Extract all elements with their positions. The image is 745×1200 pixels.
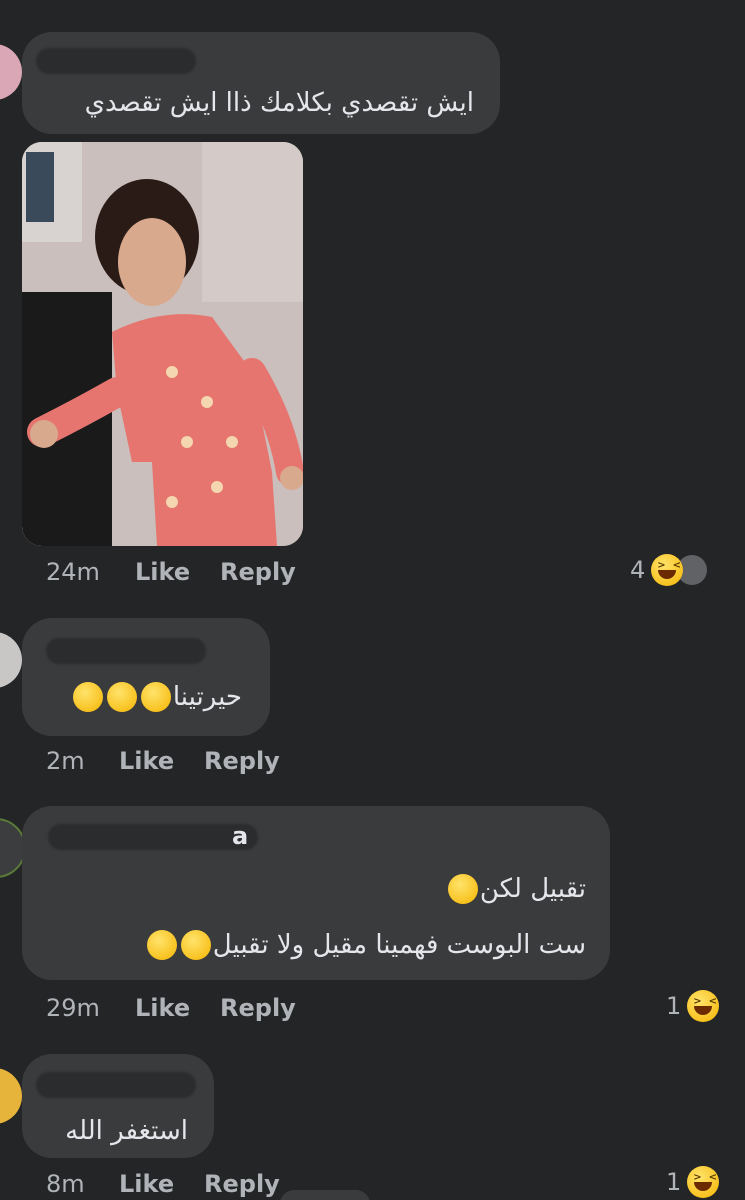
comments-feed: ايش تقصدي بكلامك ذاا ايش تقصدي 24m Like … bbox=[0, 0, 745, 1200]
like-button[interactable]: Like bbox=[119, 747, 174, 775]
next-comment-bubble bbox=[280, 1190, 370, 1200]
reaction-summary[interactable]: 1 > < bbox=[666, 990, 720, 1022]
comment-time: 2m bbox=[46, 747, 85, 775]
reaction-count: 4 bbox=[630, 556, 646, 584]
like-button[interactable]: Like bbox=[135, 558, 190, 586]
commenter-name-redacted[interactable] bbox=[36, 1072, 196, 1098]
laughing-emoji-icon: > < bbox=[687, 1166, 720, 1198]
comment-text: حيرتينا bbox=[71, 682, 242, 712]
thinking-face-icon bbox=[106, 682, 137, 712]
comment-bubble: ايش تقصدي بكلامك ذاا ايش تقصدي bbox=[22, 32, 500, 134]
like-button[interactable]: Like bbox=[119, 1170, 174, 1198]
commenter-name-fragment: a bbox=[232, 822, 249, 850]
comment-text-line-2: ست البوست فهمينا مقيل ولا تقبيل bbox=[145, 930, 586, 960]
joy-face-icon bbox=[180, 930, 211, 960]
comment-time: 8m bbox=[46, 1170, 85, 1198]
comment-text-line-2-text: ست البوست فهمينا مقيل ولا تقبيل bbox=[212, 930, 586, 960]
reaction-count: 1 bbox=[666, 1168, 682, 1196]
commenter-name-redacted[interactable] bbox=[46, 638, 206, 664]
reaction-summary[interactable]: 1 > < bbox=[666, 1166, 720, 1198]
reaction-summary[interactable]: 4 > < bbox=[630, 554, 708, 586]
comment-text-line-1: تقبيل لكن bbox=[446, 874, 586, 904]
comment-text-line-1-text: تقبيل لكن bbox=[479, 874, 586, 904]
thinking-face-icon bbox=[72, 682, 103, 712]
thinking-face-icon bbox=[140, 682, 171, 712]
comment-bubble: استغفر الله bbox=[22, 1054, 214, 1158]
reply-button[interactable]: Reply bbox=[220, 994, 296, 1022]
comment-bubble: a تقبيل لكن ست البوست فهمينا مقيل ولا تق… bbox=[22, 806, 610, 980]
rofl-face-icon bbox=[146, 930, 177, 960]
comment-text-word: حيرتينا bbox=[172, 682, 242, 712]
commenter-name-redacted[interactable] bbox=[36, 48, 196, 74]
like-button[interactable]: Like bbox=[135, 994, 190, 1022]
comment-time: 29m bbox=[46, 994, 100, 1022]
reaction-count: 1 bbox=[666, 992, 682, 1020]
commenter-avatar[interactable] bbox=[0, 632, 22, 688]
reply-button[interactable]: Reply bbox=[204, 1170, 280, 1198]
comment-bubble: حيرتينا bbox=[22, 618, 270, 736]
reply-button[interactable]: Reply bbox=[220, 558, 296, 586]
comment-text: استغفر الله bbox=[65, 1116, 188, 1146]
comment-text: ايش تقصدي بكلامك ذاا ايش تقصدي bbox=[84, 88, 474, 118]
laughing-emoji-icon: > < bbox=[687, 990, 720, 1022]
flushed-face-icon bbox=[447, 874, 478, 904]
photo-child-in-pink bbox=[22, 142, 303, 546]
comment-photo[interactable] bbox=[22, 142, 303, 546]
commenter-name-redacted[interactable] bbox=[48, 824, 258, 850]
laughing-emoji-icon: > < bbox=[651, 554, 684, 586]
comment-time: 24m bbox=[46, 558, 100, 586]
commenter-avatar[interactable] bbox=[0, 1068, 22, 1124]
reply-button[interactable]: Reply bbox=[204, 747, 280, 775]
commenter-avatar[interactable] bbox=[0, 44, 22, 100]
